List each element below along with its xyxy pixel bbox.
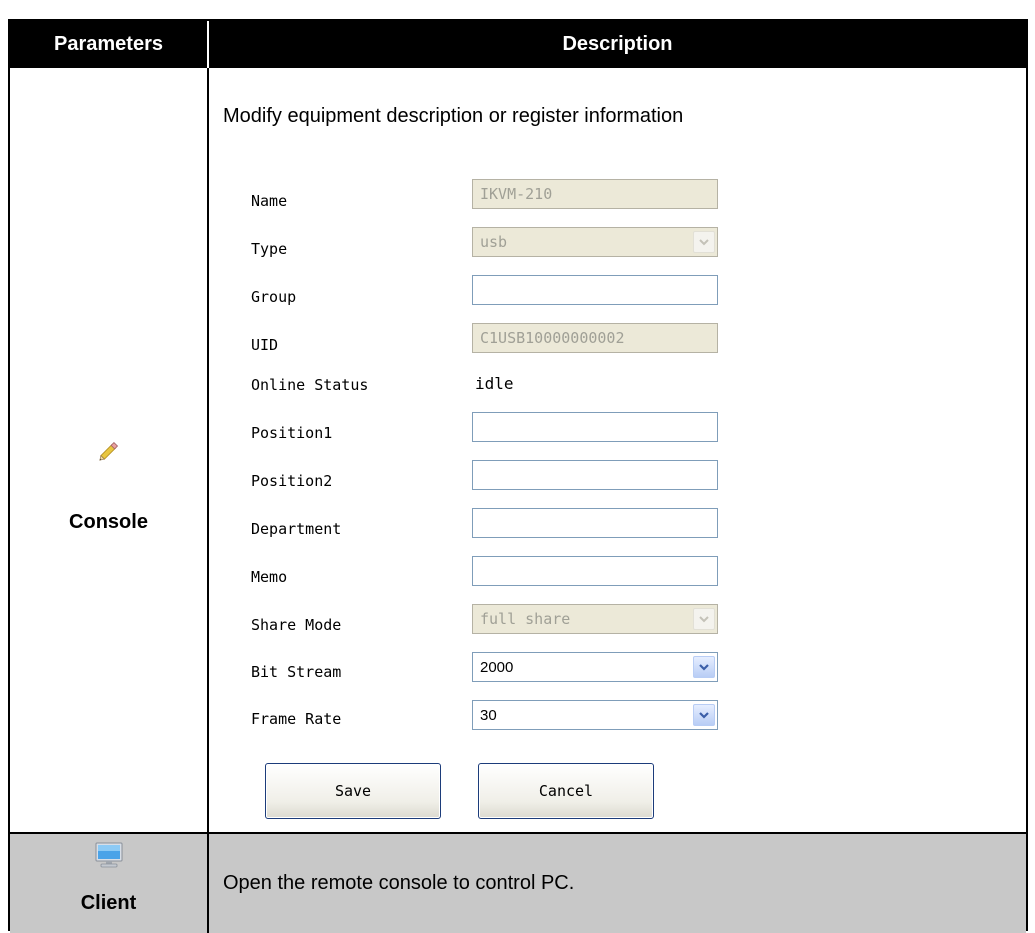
position1-label: Position1 <box>251 424 333 442</box>
frame-rate-value: 30 <box>480 706 497 724</box>
share-mode-label: Share Mode <box>251 616 342 634</box>
uid-field[interactable]: C1USB10000000002 <box>472 323 718 353</box>
bit-stream-label: Bit Stream <box>251 663 342 681</box>
client-description: Open the remote console to control PC. <box>223 872 575 894</box>
bit-stream-value: 2000 <box>480 658 514 676</box>
console-intro-text: Modify equipment description or register… <box>223 105 684 127</box>
table-header: Parameters Description <box>10 21 1026 68</box>
group-input[interactable] <box>472 275 718 305</box>
column-divider <box>207 834 209 933</box>
share-mode-value: full share <box>480 610 571 628</box>
online-status-label: Online Status <box>251 376 369 394</box>
memo-input[interactable] <box>472 556 718 586</box>
chevron-down-icon <box>693 608 715 630</box>
type-select-value: usb <box>480 233 508 251</box>
name-label: Name <box>251 192 288 210</box>
uid-label: UID <box>251 336 279 354</box>
department-input[interactable] <box>472 508 718 538</box>
position1-input[interactable] <box>472 412 718 442</box>
position2-label: Position2 <box>251 472 333 490</box>
console-row: Console Modify equipment description or … <box>10 68 1026 834</box>
memo-label: Memo <box>251 568 288 586</box>
position2-input[interactable] <box>472 460 718 490</box>
client-row: Client Open the remote console to contro… <box>10 834 1026 933</box>
type-label: Type <box>251 240 288 258</box>
save-button[interactable]: Save <box>265 763 441 819</box>
console-label: Console <box>69 511 148 533</box>
header-description: Description <box>562 33 673 55</box>
bit-stream-select[interactable]: 2000 <box>472 652 718 682</box>
cancel-button[interactable]: Cancel <box>478 763 654 819</box>
online-status-value: idle <box>475 374 514 393</box>
frame-rate-select[interactable]: 30 <box>472 700 718 730</box>
group-label: Group <box>251 288 297 306</box>
chevron-down-icon <box>693 656 715 678</box>
chevron-down-icon <box>693 231 715 253</box>
client-label: Client <box>80 892 137 914</box>
pencil-icon <box>10 438 207 469</box>
frame-rate-label: Frame Rate <box>251 710 342 728</box>
chevron-down-icon <box>693 704 715 726</box>
type-select[interactable]: usb <box>472 227 718 257</box>
header-parameters: Parameters <box>54 33 163 55</box>
monitor-icon <box>10 842 207 875</box>
column-divider <box>207 68 209 834</box>
parameters-table: Parameters Description Console Modify eq… <box>8 19 1028 933</box>
share-mode-select[interactable]: full share <box>472 604 718 634</box>
name-field[interactable]: IKVM-210 <box>472 179 718 209</box>
department-label: Department <box>251 520 342 538</box>
